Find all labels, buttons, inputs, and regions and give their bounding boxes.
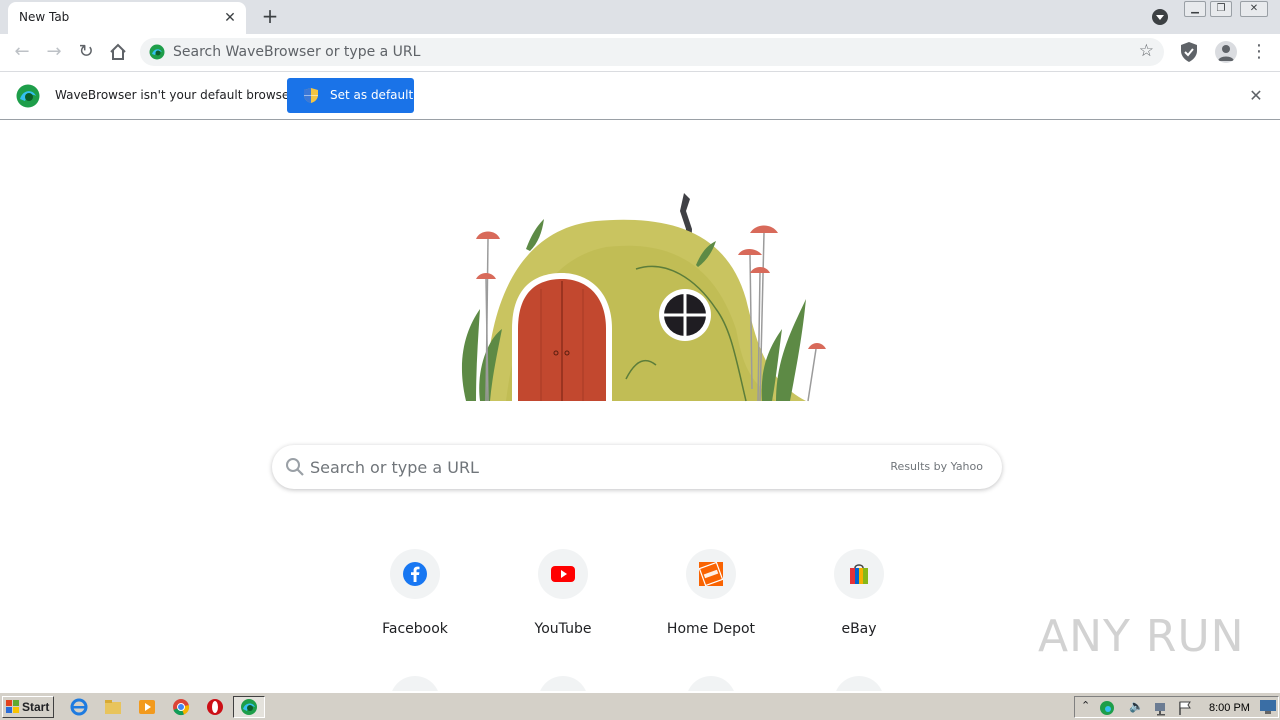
home-depot-icon: [686, 549, 736, 599]
search-icon: [286, 458, 304, 476]
opera-icon[interactable]: [206, 698, 224, 716]
chrome-icon[interactable]: [172, 698, 190, 716]
windows-flag-icon: [6, 700, 19, 713]
network-icon[interactable]: [1153, 700, 1169, 716]
youtube-icon: [538, 549, 588, 599]
toolbar: ← → ↻ Search WaveBrowser or type a URL ☆…: [0, 34, 1280, 71]
close-window-button[interactable]: ✕: [1240, 1, 1268, 17]
search-box[interactable]: Results by Yahoo: [272, 445, 1002, 489]
forward-icon[interactable]: →: [40, 39, 68, 67]
wavebrowser-logo-icon: [149, 44, 165, 60]
tab-close-icon[interactable]: ✕: [220, 8, 240, 28]
address-bar[interactable]: Search WaveBrowser or type a URL ☆: [140, 38, 1164, 66]
infobar-message: WaveBrowser isn't your default browser: [55, 88, 295, 102]
bookmark-star-icon[interactable]: ☆: [1139, 41, 1154, 61]
ebay-icon: [834, 549, 884, 599]
windows-taskbar: Start ⌃ 🔈 8:00 PM: [0, 692, 1280, 720]
menu-icon[interactable]: ⋮: [1248, 41, 1270, 63]
show-desktop-icon[interactable]: [1260, 700, 1276, 714]
shortcut-youtube[interactable]: YouTube: [503, 549, 623, 649]
shortcut-label: eBay: [841, 621, 877, 637]
tab-search-icon[interactable]: [1152, 9, 1168, 25]
wavebrowser-logo-icon: [16, 84, 40, 108]
facebook-icon: [390, 549, 440, 599]
tab-strip: New Tab ✕ + ▁ ❐ ✕: [0, 0, 1280, 34]
shortcut-home-depot[interactable]: Home Depot: [651, 549, 771, 649]
infobar-close-icon[interactable]: ✕: [1246, 86, 1266, 106]
address-bar-placeholder: Search WaveBrowser or type a URL: [173, 44, 421, 60]
default-browser-infobar: WaveBrowser isn't your default browser S…: [0, 71, 1280, 120]
action-center-flag-icon[interactable]: [1177, 700, 1193, 716]
tray-expand-icon[interactable]: ⌃: [1081, 699, 1090, 712]
hobbit-house-illustration: [461, 193, 826, 402]
shortcut-label: Home Depot: [666, 621, 756, 637]
restore-button[interactable]: ❐: [1210, 1, 1232, 17]
shortcut-tile[interactable]: [390, 676, 440, 691]
shortcut-tile[interactable]: [834, 676, 884, 691]
results-by-yahoo: Results by Yahoo: [890, 460, 983, 473]
wavebrowser-tray-icon[interactable]: [1099, 700, 1115, 716]
set-as-default-label: Set as default: [330, 88, 414, 102]
internet-explorer-icon[interactable]: [70, 698, 88, 716]
new-tab-page: Results by Yahoo Facebook YouTube Home D…: [0, 121, 1280, 691]
shortcut-label: Facebook: [382, 621, 448, 637]
tab-title: New Tab: [19, 10, 70, 24]
folder-icon[interactable]: [104, 698, 122, 716]
search-input[interactable]: [310, 451, 870, 483]
reload-icon[interactable]: ↻: [72, 39, 100, 67]
volume-icon[interactable]: 🔈: [1129, 699, 1144, 713]
shield-extension-icon[interactable]: [1179, 41, 1199, 63]
minimize-button[interactable]: ▁: [1184, 1, 1206, 17]
taskbar-clock: 8:00 PM: [1209, 702, 1250, 714]
set-as-default-button[interactable]: Set as default: [287, 78, 414, 113]
home-icon[interactable]: [104, 39, 132, 67]
tab-new-tab[interactable]: New Tab ✕: [8, 2, 246, 34]
start-label: Start: [22, 700, 50, 714]
shortcut-tile[interactable]: [686, 676, 736, 691]
taskbar-wavebrowser-button[interactable]: [233, 696, 265, 718]
start-button[interactable]: Start: [2, 696, 54, 718]
profile-avatar-icon[interactable]: [1215, 41, 1237, 63]
new-tab-button[interactable]: +: [258, 5, 282, 29]
back-icon[interactable]: ←: [8, 39, 36, 67]
uac-shield-icon: [304, 88, 318, 103]
wavebrowser-logo-icon: [241, 699, 257, 715]
shortcut-facebook[interactable]: Facebook: [355, 549, 475, 649]
shortcut-label: YouTube: [534, 621, 592, 637]
media-player-icon[interactable]: [138, 698, 156, 716]
shortcut-tile[interactable]: [538, 676, 588, 691]
shortcut-ebay[interactable]: eBay: [799, 549, 919, 649]
anyrun-watermark: ANY RUN: [1038, 611, 1245, 662]
